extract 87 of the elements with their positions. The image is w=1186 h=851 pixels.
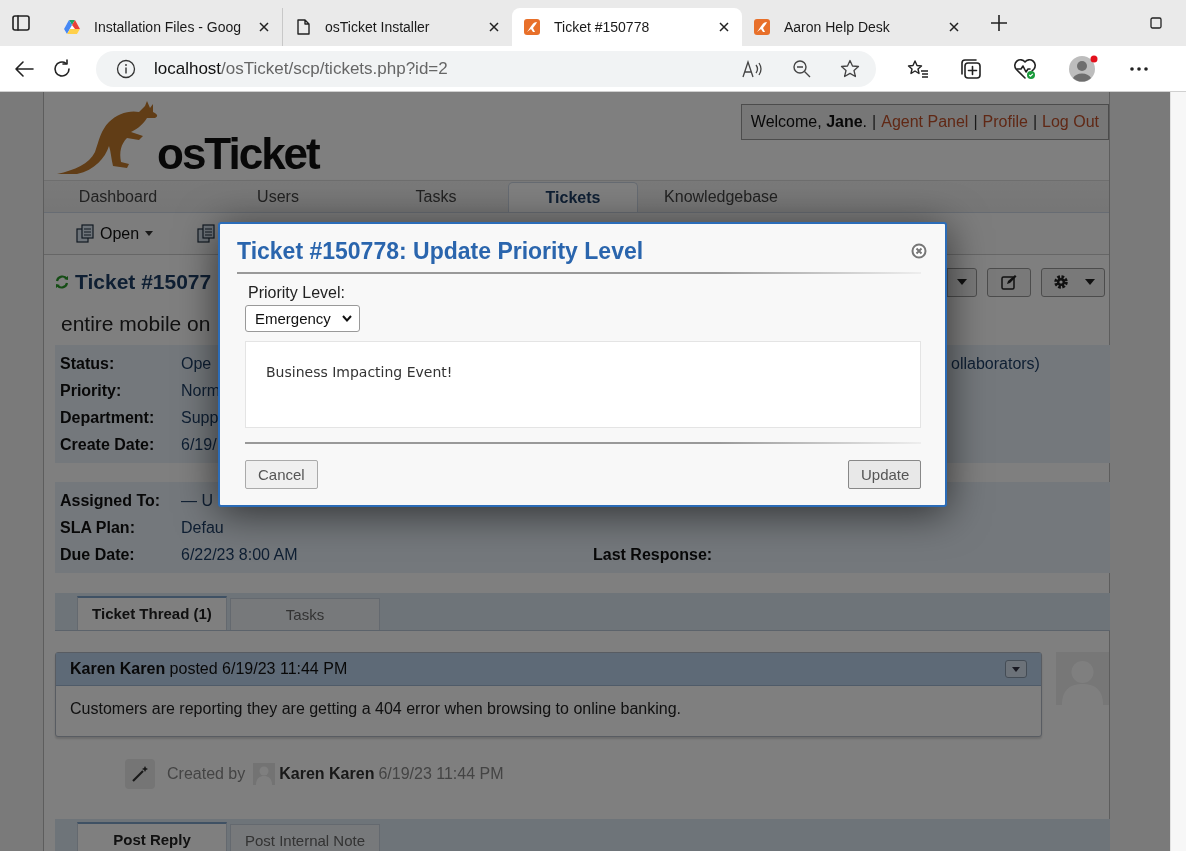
field-label: SLA Plan: xyxy=(60,518,136,537)
settings-icon xyxy=(1053,274,1069,290)
page-icon xyxy=(295,19,311,35)
scrollbar[interactable] xyxy=(1170,92,1186,851)
separator: | xyxy=(1032,113,1038,131)
kangaroo-icon xyxy=(524,19,540,35)
caret-icon xyxy=(1085,279,1095,285)
separator: | xyxy=(973,113,978,131)
field-value: Defau xyxy=(181,518,224,537)
dialog-title: Ticket #150778: Update Priority Level xyxy=(237,237,644,265)
star-icon[interactable] xyxy=(840,58,860,79)
logo[interactable]: osTicket xyxy=(55,98,321,176)
edit-button[interactable] xyxy=(987,267,1031,297)
entry-message: Customers are reporting they are getting a 404 error when browsing to online banking. xyxy=(69,699,682,719)
settings-dropdown-button[interactable] xyxy=(1041,267,1105,297)
documents-icon xyxy=(76,224,94,243)
entry-author-line: Karen Karen posted 6/19/23 11:44 PM xyxy=(70,660,349,678)
nav-tab[interactable]: Dashboard xyxy=(44,182,192,212)
magic-wand-icon xyxy=(125,759,155,789)
browser-tab[interactable]: Aaron Help Desk xyxy=(742,8,972,46)
tab[interactable]: Ticket Thread (1) xyxy=(77,596,227,630)
field-value: ollaborators) xyxy=(951,354,1040,373)
caret-icon xyxy=(957,279,967,285)
field-value: Supp xyxy=(181,408,219,427)
update-button[interactable]: Update xyxy=(848,460,921,489)
close-icon[interactable] xyxy=(948,21,960,33)
address-bar[interactable]: localhost/osTicket/scp/tickets.php?id=2 xyxy=(96,50,876,87)
entry-options-button[interactable] xyxy=(1005,660,1027,678)
separator: | xyxy=(872,113,877,131)
event-time: 6/19/23 11:44 PM xyxy=(378,765,504,783)
close-icon[interactable] xyxy=(718,21,730,33)
reload-icon[interactable] xyxy=(52,58,72,79)
triangle-logo-icon xyxy=(64,19,80,35)
field-label: Create Date: xyxy=(60,435,156,454)
new-tab-icon[interactable] xyxy=(990,14,1008,32)
documents-icon[interactable] xyxy=(197,224,216,243)
more-icon[interactable] xyxy=(1129,65,1149,72)
tab[interactable]: Post Internal Note xyxy=(230,824,380,851)
event-label: Created by xyxy=(167,765,246,783)
edit-icon xyxy=(1001,274,1017,290)
zoom-out-icon[interactable] xyxy=(792,58,812,79)
back-icon[interactable] xyxy=(14,59,34,78)
minimize-icon[interactable] xyxy=(1150,17,1162,29)
sidebar-toggle-icon[interactable] xyxy=(12,15,30,31)
browser-tab[interactable]: Installation Files - Goog xyxy=(52,8,282,46)
nav-tab[interactable]: Users xyxy=(192,182,364,212)
field-label: Department: xyxy=(60,408,156,427)
nav-tab[interactable]: Tasks xyxy=(364,182,508,212)
open-tickets-menu[interactable]: Open xyxy=(76,224,154,243)
tab[interactable]: Tasks xyxy=(230,598,380,630)
profile-avatar-icon[interactable] xyxy=(1068,54,1098,83)
heart-pulse-icon[interactable] xyxy=(1013,57,1037,80)
header-link[interactable]: Agent Panel xyxy=(881,113,969,131)
header-link[interactable]: Profile xyxy=(982,113,1028,131)
welcome-text: Welcome, Jane. xyxy=(750,113,868,131)
favorites-icon[interactable] xyxy=(907,58,929,79)
close-icon[interactable] xyxy=(488,21,500,33)
cancel-button[interactable]: Cancel xyxy=(245,460,318,489)
field-label: Due Date: xyxy=(60,545,136,564)
read-aloud-icon[interactable] xyxy=(742,59,764,78)
field-value: Ope xyxy=(181,354,212,373)
caret-icon xyxy=(1012,666,1020,672)
header-link[interactable]: Log Out xyxy=(1042,113,1099,131)
info-icon[interactable] xyxy=(116,58,136,79)
caret-icon xyxy=(145,231,154,236)
collections-icon[interactable] xyxy=(960,57,982,80)
field-label: Assigned To: xyxy=(60,491,162,510)
field-value: 6/19/ xyxy=(181,435,217,454)
tab[interactable]: Post Reply xyxy=(77,822,227,851)
field-label: Priority: xyxy=(60,381,123,400)
close-icon[interactable] xyxy=(258,21,270,33)
field-value: 6/22/23 8:00 AM xyxy=(181,545,298,564)
nav-tab[interactable]: Knowledgebase xyxy=(638,182,804,212)
field-label: Last Response: xyxy=(593,545,714,564)
comment-field[interactable]: Business Impacting Event! xyxy=(245,341,921,428)
field-label: Status: xyxy=(60,354,116,373)
chevron-down-icon xyxy=(342,315,352,322)
url-text: localhost/osTicket/scp/tickets.php?id=2 xyxy=(154,58,448,79)
field-value: — U xyxy=(181,491,213,510)
ticket-subject: entire mobile on xyxy=(60,311,211,337)
field-label: Priority Level: xyxy=(248,284,346,302)
nav-tab[interactable]: Tickets xyxy=(508,182,638,212)
event-user: Karen Karen xyxy=(279,765,375,783)
browser-tab[interactable]: Ticket #150778 xyxy=(512,8,742,46)
refresh-icon[interactable] xyxy=(55,275,69,289)
kangaroo-icon xyxy=(754,19,770,35)
priority-select[interactable]: Emergency xyxy=(245,305,360,332)
